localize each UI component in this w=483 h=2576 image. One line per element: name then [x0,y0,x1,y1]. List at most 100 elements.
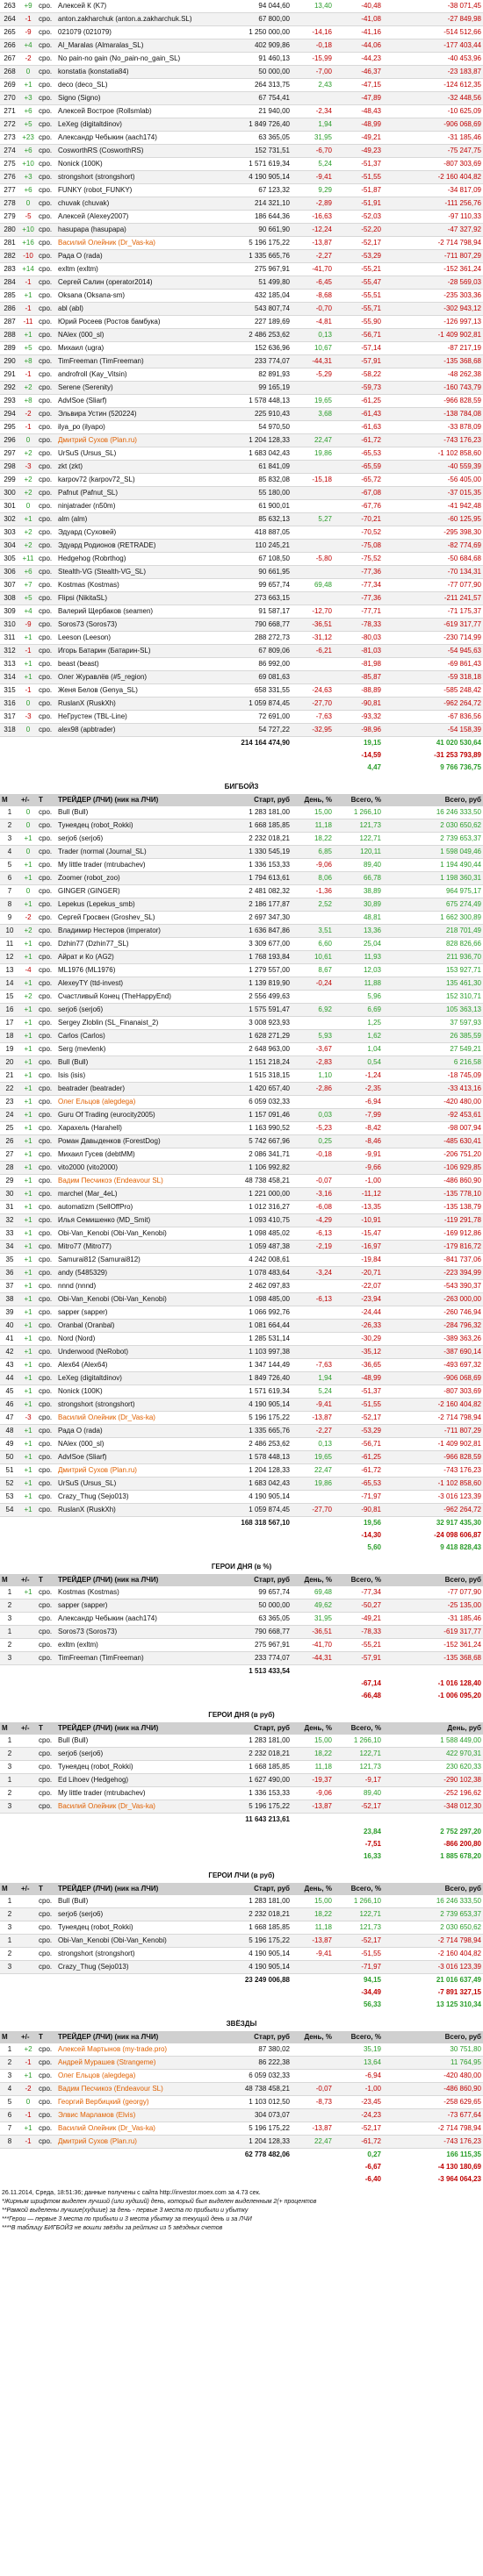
trader-name-link[interactable]: Mitro77 (Mitro77) [56,1240,223,1254]
trader-name-link[interactable]: Signo (Signo) [56,91,223,105]
trader-name-link[interactable]: deco (deco_SL) [56,78,223,92]
trader-name-link[interactable]: TimFreeman (TimFreeman) [56,1651,223,1665]
trader-name-link[interactable]: strongshort (strongshort) [56,1947,223,1961]
trader-name-link[interactable]: androfroll (Kay_Vitsin) [56,368,223,382]
column-header[interactable]: М [0,1722,19,1735]
column-header[interactable]: Всего, % [334,794,383,806]
trader-name-link[interactable]: Bull (Bull) [56,1055,223,1070]
column-header[interactable]: Т [37,1574,56,1586]
trader-name-link[interactable]: No pain-no gain (No_pain-no_gain_SL) [56,52,223,66]
column-header[interactable]: День, % [292,2031,334,2043]
trader-name-link[interactable]: AdvlSoe (Sliarf) [56,394,223,408]
trader-name-link[interactable]: NAlex (000_sl) [56,1437,223,1451]
trader-name-link[interactable]: RuslanX (RuskXh) [56,1503,223,1517]
trader-name-link[interactable]: marchel (Mar_4eL) [56,1187,223,1201]
trader-name-link[interactable]: Obi-Van_Kenobi (Obi-Van_Kenobi) [56,1227,223,1241]
trader-name-link[interactable]: Carlos (Carlos) [56,1029,223,1043]
trader-name-link[interactable]: serjo6 (serjo6) [56,1747,223,1761]
trader-name-link[interactable]: alm (alm) [56,512,223,526]
trader-name-link[interactable]: Guru Of Trading (eurocity2005) [56,1108,223,1122]
trader-name-link[interactable]: Bull (Bull) [56,1735,223,1748]
trader-name-link[interactable]: Юрий Росеев (Ростов бамбука) [56,315,223,329]
trader-name-link[interactable]: Михаил (ugra) [56,341,223,355]
trader-name-link[interactable]: My little trader (mtrubachev) [56,858,223,872]
trader-name-link[interactable]: Тунеядец (robot_Rokki) [56,1760,223,1774]
trader-name-link[interactable]: Serene (Serenity) [56,381,223,395]
trader-name-link[interactable]: Lepekus (Lepekus_smb) [56,898,223,912]
column-header[interactable]: День, % [292,1722,334,1735]
trader-name-link[interactable]: ilya_po (ilyapo) [56,420,223,434]
trader-name-link[interactable]: abl (abl) [56,302,223,316]
trader-name-link[interactable]: Samurai812 (Samurai812) [56,1253,223,1267]
trader-name-link[interactable]: Nonick (100K) [56,1385,223,1399]
trader-name-link[interactable]: Obi-Van_Kenobi (Obi-Van_Kenobi) [56,1934,223,1948]
column-header[interactable]: День, % [292,1574,334,1586]
trader-name-link[interactable]: andy (5485329) [56,1266,223,1280]
trader-name-link[interactable]: zkt (zkt) [56,460,223,474]
trader-name-link[interactable]: Алексей (Alexey2007) [56,210,223,224]
trader-name-link[interactable]: Flipsi (NikitaSL) [56,591,223,605]
trader-name-link[interactable]: Алексей Мартынов (my-trade.pro) [56,2043,223,2057]
trader-name-link[interactable]: Underwood (NeRobot) [56,1345,223,1359]
trader-name-link[interactable]: Obi-Van_Kenobi (Obi-Van_Kenobi) [56,1292,223,1306]
trader-name-link[interactable]: Эдуард Родионов (RETRADE) [56,539,223,553]
trader-name-link[interactable]: ML1976 (ML1976) [56,963,223,977]
trader-name-link[interactable]: Эдуард (Суховей) [56,526,223,540]
trader-name-link[interactable]: Дмитрий Сухов (Plan.ru) [56,433,223,447]
column-header[interactable]: Т [37,2031,56,2043]
trader-name-link[interactable]: Элвис Марламов (Elvis) [56,2108,223,2122]
column-header[interactable]: Всего, % [334,1574,383,1586]
trader-name-link[interactable]: exltm (exltm) [56,262,223,276]
trader-name-link[interactable]: Oksana (Oksana-sm) [56,289,223,303]
column-header[interactable]: Старт, руб [223,794,292,806]
trader-name-link[interactable]: Айрат и Ко (AG2) [56,950,223,964]
trader-name-link[interactable]: Женя Белов (Genya_SL) [56,683,223,698]
trader-name-link[interactable]: automatizm (SellOffPro) [56,1200,223,1214]
trader-name-link[interactable]: Олег Журавлёв (#5_region) [56,670,223,684]
trader-name-link[interactable]: serjo6 (serjo6) [56,832,223,846]
trader-name-link[interactable]: Дмитрий Сухов (Plan.ru) [56,1463,223,1478]
column-header[interactable]: Старт, руб [223,1883,292,1895]
trader-name-link[interactable]: RuslanX (RuskXh) [56,697,223,711]
column-header[interactable]: +/- [19,2031,37,2043]
trader-name-link[interactable]: strongshort (strongshort) [56,1398,223,1412]
trader-name-link[interactable]: Stealth-VG (Stealth-VG_SL) [56,565,223,579]
trader-name-link[interactable]: НеГрустен (TBL-Line) [56,710,223,724]
trader-name-link[interactable]: Тунеядец (robot_Rokki) [56,1921,223,1935]
trader-name-link[interactable]: Рада О (rada) [56,249,223,263]
trader-name-link[interactable]: chuvak (chuvak) [56,197,223,211]
trader-name-link[interactable]: serjo6 (serjo6) [56,1907,223,1921]
trader-name-link[interactable]: Soros73 (Soros73) [56,1625,223,1639]
trader-name-link[interactable]: AdvlSoe (Sliarf) [56,1450,223,1464]
trader-name-link[interactable]: Leeson (Leeson) [56,631,223,645]
column-header[interactable]: Старт, руб [223,2031,292,2043]
trader-name-link[interactable]: GINGER (GINGER) [56,884,223,898]
trader-name-link[interactable]: Георгий Вербицкий (georgy) [56,2095,223,2109]
trader-name-link[interactable]: anton.zakharchuk (anton.a.zakharchuk.SL) [56,12,223,26]
trader-name-link[interactable]: LeXeg (digitaltdinov) [56,1371,223,1385]
trader-name-link[interactable]: Сергей Гросвен (Groshev_SL) [56,911,223,925]
column-header[interactable]: ТРЕЙДЕР (ЛЧИ) (ник на ЛЧИ) [56,2031,223,2043]
trader-name-link[interactable]: Isis (isis) [56,1069,223,1083]
trader-name-link[interactable]: Михаил Гусев (debtMM) [56,1148,223,1162]
trader-name-link[interactable]: Kostmas (Kostmas) [56,1586,223,1599]
trader-name-link[interactable]: NAlex (000_sl) [56,328,223,342]
trader-name-link[interactable]: Crazy_Thug (Sejo013) [56,1490,223,1504]
column-header[interactable]: Старт, руб [223,1722,292,1735]
column-header[interactable]: ТРЕЙДЕР (ЛЧИ) (ник на ЛЧИ) [56,1883,223,1895]
trader-name-link[interactable]: Al_Maralas (Almaralas_SL) [56,39,223,53]
trader-name-link[interactable]: sapper (sapper) [56,1306,223,1320]
trader-name-link[interactable]: Игорь Батарин (Батарин-SL) [56,644,223,658]
column-header[interactable]: М [0,1883,19,1895]
trader-name-link[interactable]: My little trader (mtrubachev) [56,1786,223,1800]
trader-name-link[interactable]: Kostmas (Kostmas) [56,578,223,592]
trader-name-link[interactable]: Олег Ельцов (alegdega) [56,1095,223,1109]
trader-name-link[interactable]: karpov72 (karpov72_SL) [56,473,223,487]
column-header[interactable]: Всего, % [334,1722,383,1735]
column-header[interactable]: +/- [19,1722,37,1735]
column-header[interactable]: День, % [292,794,334,806]
column-header[interactable]: Всего, % [334,1883,383,1895]
trader-name-link[interactable]: Вадим Песчикоэ (Endeavour SL) [56,1174,223,1188]
column-header[interactable]: Старт, руб [223,1574,292,1586]
column-header[interactable]: ТРЕЙДЕР (ЛЧИ) (ник на ЛЧИ) [56,794,223,806]
